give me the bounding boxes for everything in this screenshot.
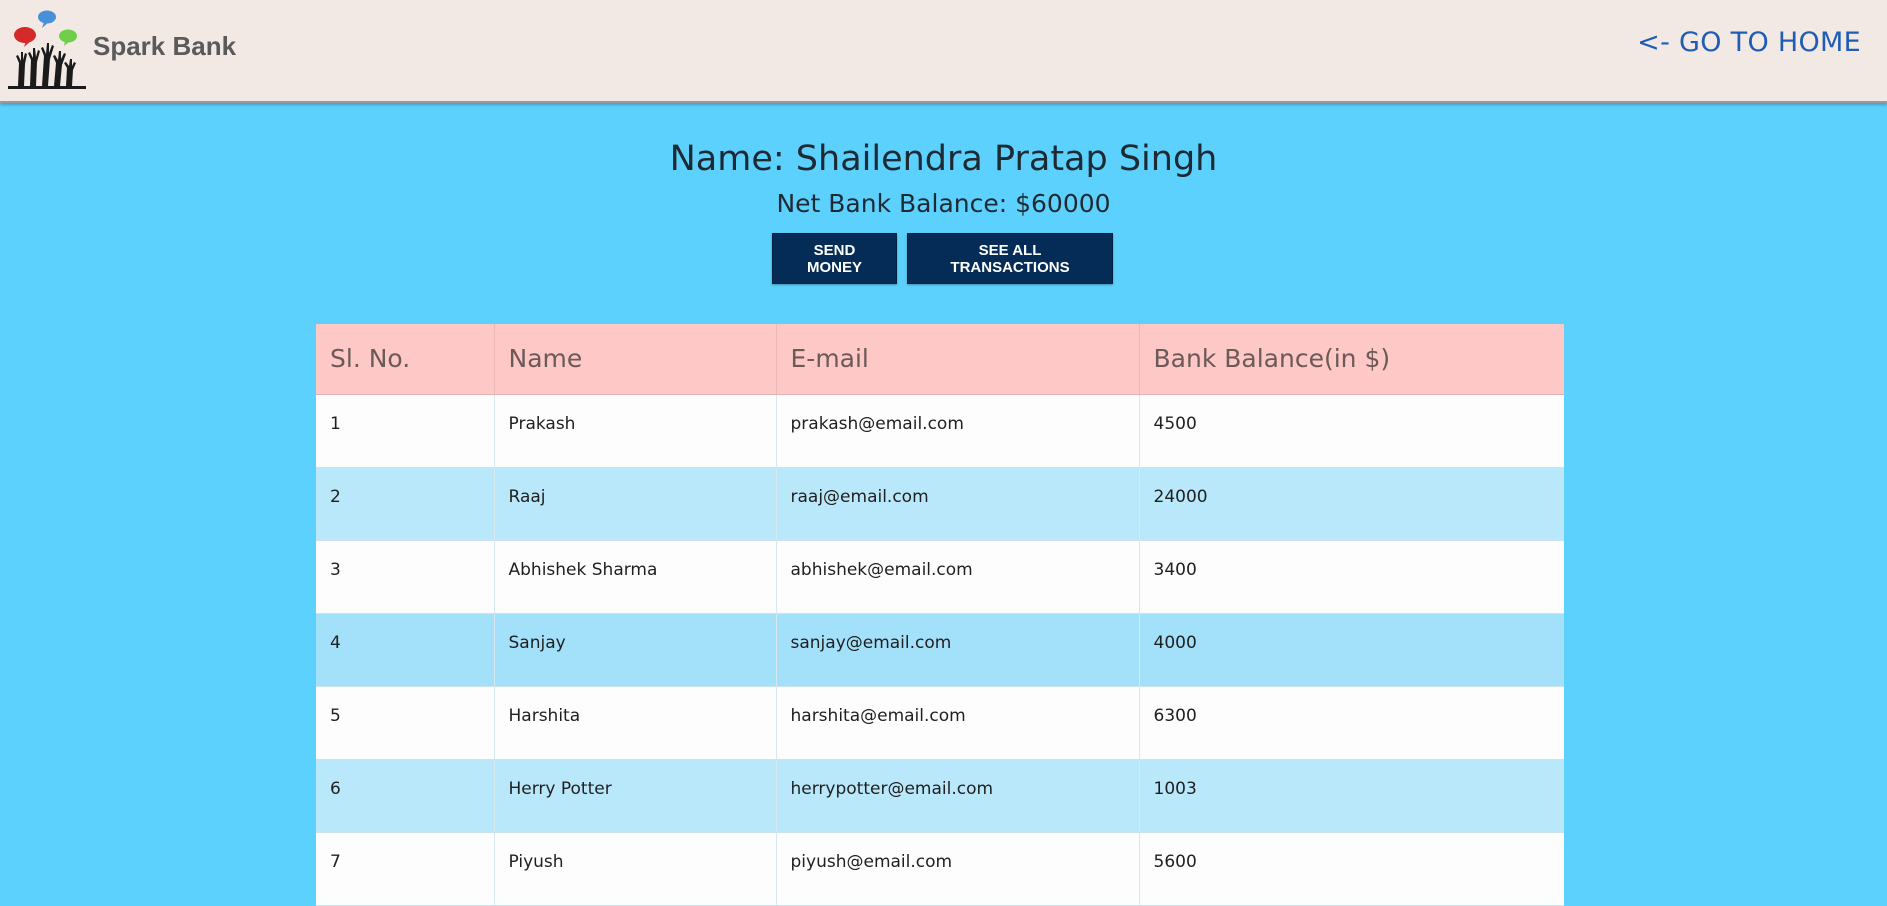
cell-sl-no: 1 — [316, 394, 495, 468]
cell-balance: 4500 — [1139, 394, 1564, 468]
customer-name: Name: Shailendra Pratap Singh — [669, 139, 1218, 179]
cell-email: prakash@email.com — [776, 394, 1140, 468]
hands-with-speech-bubbles-logo-icon[interactable] — [6, 8, 88, 90]
customers-table: Sl. No. Name E-mail Bank Balance(in $) 1… — [316, 324, 1564, 906]
customers-table-container: Sl. No. Name E-mail Bank Balance(in $) 1… — [316, 324, 1564, 906]
cell-email: harshita@email.com — [776, 686, 1140, 760]
table-row[interactable]: 6 Herry Potter herrypotter@email.com 100… — [316, 759, 1564, 833]
column-header-balance: Bank Balance(in $) — [1139, 324, 1564, 395]
navbar: Spark Bank <- GO TO HOME — [0, 0, 1887, 103]
table-row[interactable]: 3 Abhishek Sharma abhishek@email.com 340… — [316, 540, 1564, 614]
cell-balance: 6300 — [1139, 686, 1564, 760]
cell-name: Prakash — [494, 394, 777, 468]
send-money-button[interactable]: SEND MONEY — [772, 233, 897, 284]
cell-email: piyush@email.com — [776, 832, 1140, 906]
see-all-transactions-button[interactable]: SEE ALL TRANSACTIONS — [907, 233, 1113, 284]
cell-name: Piyush — [494, 832, 777, 906]
table-row[interactable]: 4 Sanjay sanjay@email.com 4000 — [316, 613, 1564, 687]
cell-name: Abhishek Sharma — [494, 540, 777, 614]
profile-section: Name: Shailendra Pratap Singh Net Bank B… — [0, 103, 1887, 218]
cell-sl-no: 6 — [316, 759, 495, 833]
cell-balance: 4000 — [1139, 613, 1564, 687]
column-header-sl-no: Sl. No. — [316, 324, 495, 395]
brand-name[interactable]: Spark Bank — [93, 31, 236, 62]
table-row[interactable]: 2 Raaj raaj@email.com 24000 — [316, 467, 1564, 541]
net-bank-balance: Net Bank Balance: $60000 — [776, 189, 1111, 218]
table-row[interactable]: 1 Prakash prakash@email.com 4500 — [316, 394, 1564, 468]
cell-balance: 3400 — [1139, 540, 1564, 614]
cell-balance: 24000 — [1139, 467, 1564, 541]
cell-name: Sanjay — [494, 613, 777, 687]
cell-sl-no: 3 — [316, 540, 495, 614]
cell-sl-no: 4 — [316, 613, 495, 687]
cell-name: Raaj — [494, 467, 777, 541]
cell-sl-no: 5 — [316, 686, 495, 760]
cell-sl-no: 7 — [316, 832, 495, 906]
column-header-name: Name — [494, 324, 777, 395]
table-header-row: Sl. No. Name E-mail Bank Balance(in $) — [316, 324, 1564, 395]
cell-email: sanjay@email.com — [776, 613, 1140, 687]
cell-name: Harshita — [494, 686, 777, 760]
table-row[interactable]: 5 Harshita harshita@email.com 6300 — [316, 686, 1564, 760]
go-to-home-link[interactable]: <- GO TO HOME — [1637, 27, 1861, 58]
cell-balance: 1003 — [1139, 759, 1564, 833]
cell-balance: 5600 — [1139, 832, 1564, 906]
cell-sl-no: 2 — [316, 467, 495, 541]
column-header-email: E-mail — [776, 324, 1140, 395]
cell-email: abhishek@email.com — [776, 540, 1140, 614]
table-row[interactable]: 7 Piyush piyush@email.com 5600 — [316, 832, 1564, 906]
cell-name: Herry Potter — [494, 759, 777, 833]
action-buttons: SEND MONEY SEE ALL TRANSACTIONS — [772, 233, 1113, 284]
cell-email: raaj@email.com — [776, 467, 1140, 541]
cell-email: herrypotter@email.com — [776, 759, 1140, 833]
